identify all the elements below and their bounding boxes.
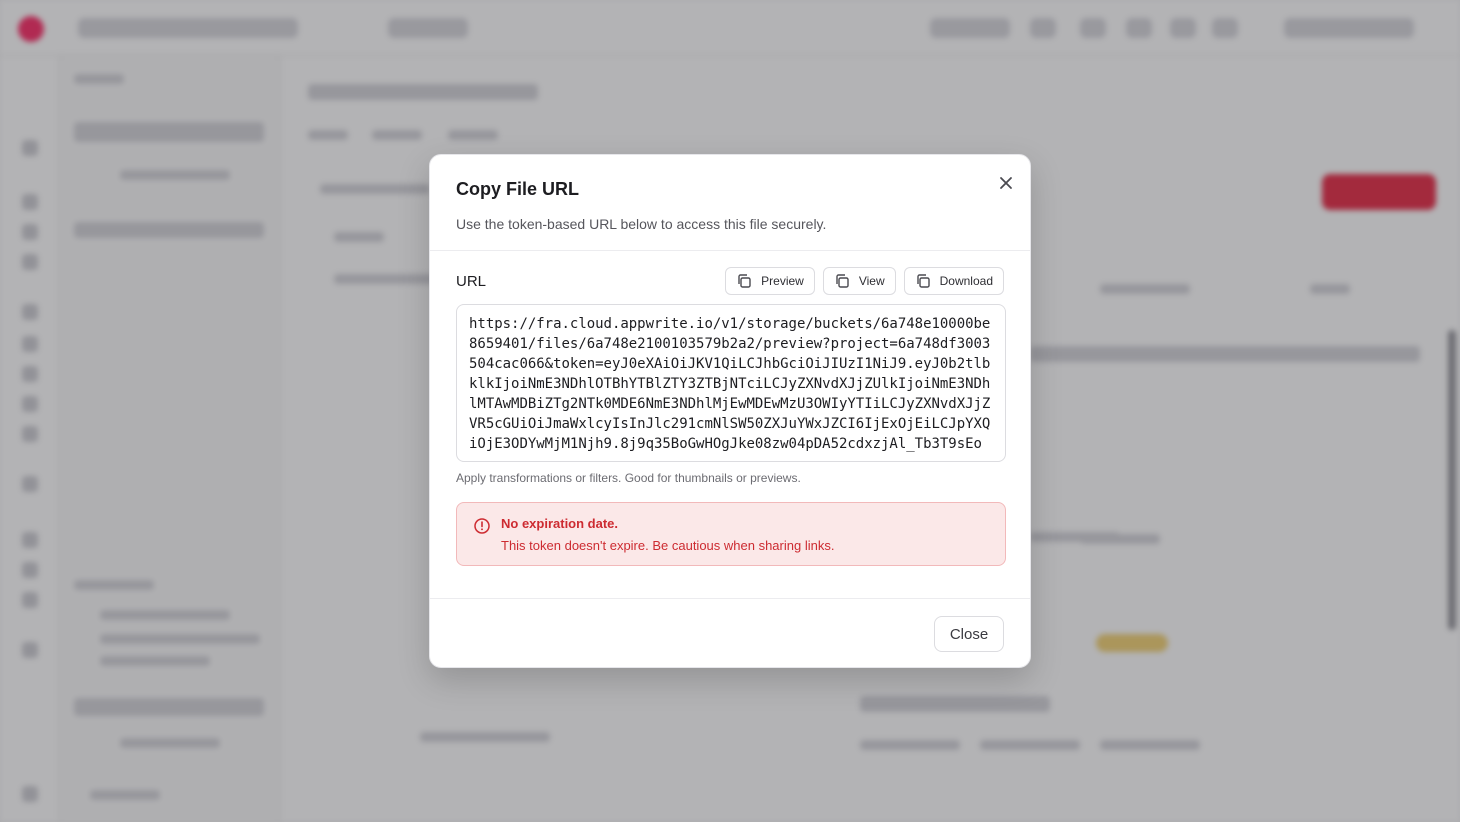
alert-circle-icon — [474, 518, 490, 534]
url-textarea[interactable]: https://fra.cloud.appwrite.io/v1/storage… — [456, 304, 1006, 462]
dialog-header: Copy File URL Use the token-based URL be… — [430, 155, 1030, 251]
expiration-warning-alert: No expiration date. This token doesn't e… — [456, 502, 1006, 566]
dialog-title: Copy File URL — [456, 179, 580, 199]
copy-icon — [738, 274, 751, 288]
alert-title: No expiration date. — [501, 516, 619, 531]
dialog-footer: Close — [430, 598, 1030, 667]
close-button[interactable]: Close — [934, 616, 1004, 652]
copy-preview-button[interactable]: Preview — [725, 267, 815, 295]
dialog-subtitle: Use the token-based URL below to access … — [456, 216, 827, 232]
copy-icon — [836, 274, 849, 288]
alert-message: This token doesn't expire. Be cautious w… — [501, 538, 835, 553]
copy-preview-label: Preview — [761, 274, 804, 288]
copy-download-button[interactable]: Download — [903, 267, 1004, 295]
url-label: URL — [456, 273, 487, 290]
close-icon-glyph — [1000, 177, 1012, 189]
url-copy-actions: Preview View Download — [725, 267, 1004, 295]
copy-file-url-dialog: Copy File URL Use the token-based URL be… — [429, 154, 1031, 668]
copy-view-label: View — [858, 274, 885, 288]
copy-download-label: Download — [939, 274, 993, 288]
close-icon[interactable] — [994, 171, 1018, 195]
copy-icon — [916, 274, 930, 288]
url-hint: Apply transformations or filters. Good f… — [456, 471, 801, 485]
copy-view-button[interactable]: View — [822, 267, 896, 295]
